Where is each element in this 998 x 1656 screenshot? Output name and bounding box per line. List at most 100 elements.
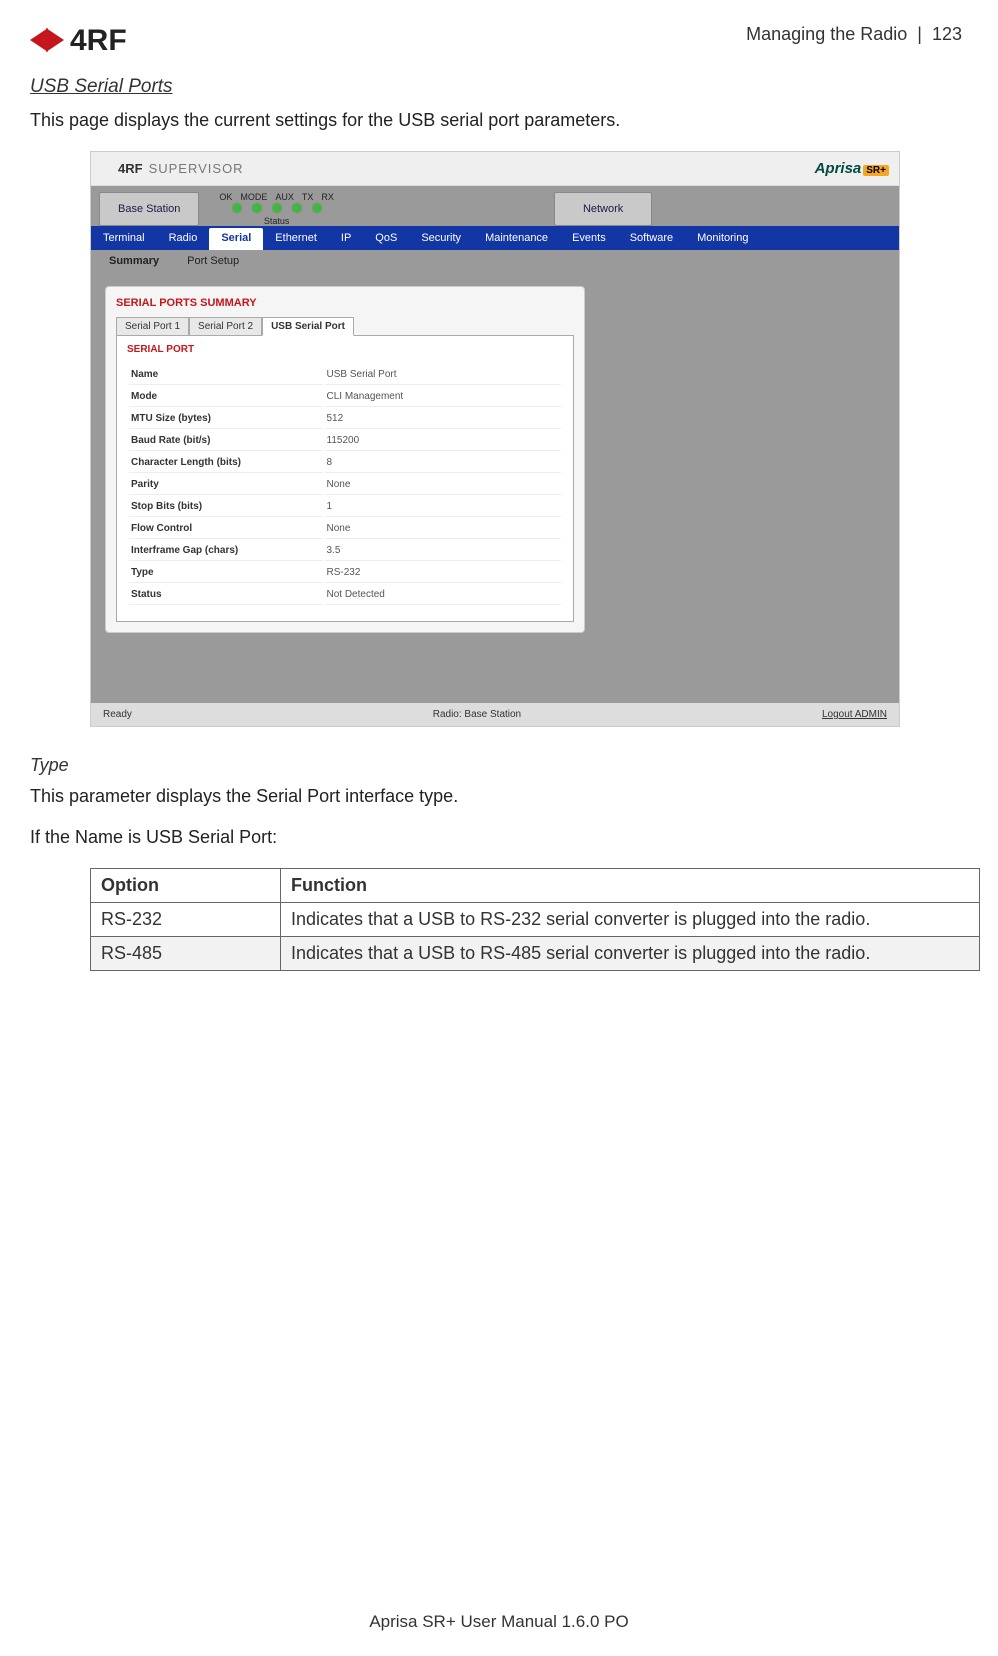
row-key: Baud Rate (bit/s): [129, 431, 323, 451]
ss-inner-title: SERIAL PORT: [127, 344, 563, 355]
ss-logo-icon: [101, 162, 115, 176]
row-value: RS-232: [325, 563, 562, 583]
ss-footer-logout[interactable]: Logout ADMIN: [822, 709, 887, 720]
options-table: Option Function RS-232 Indicates that a …: [90, 868, 980, 971]
row-value: 1: [325, 497, 562, 517]
led-label: MODE: [240, 192, 267, 202]
logo-icon: [30, 24, 64, 58]
row-key: Stop Bits (bits): [129, 497, 323, 517]
options-header-option: Option: [91, 869, 281, 903]
row-value: 3.5: [325, 541, 562, 561]
type-desc: This parameter displays the Serial Port …: [30, 786, 962, 807]
table-row: ParityNone: [129, 475, 561, 495]
nav-software[interactable]: Software: [618, 226, 685, 250]
page-footer: Aprisa SR+ User Manual 1.6.0 PO: [0, 1612, 998, 1632]
ss-logo-text: 4RF: [118, 161, 143, 176]
nav-ip[interactable]: IP: [329, 226, 363, 250]
nav-qos[interactable]: QoS: [363, 226, 409, 250]
row-key: Character Length (bits): [129, 453, 323, 473]
row-value: 512: [325, 409, 562, 429]
subnav-summary[interactable]: Summary: [95, 250, 173, 272]
nav-serial[interactable]: Serial: [209, 228, 263, 250]
nav-security[interactable]: Security: [409, 226, 473, 250]
table-row: Stop Bits (bits)1: [129, 497, 561, 517]
led-aux-icon: [273, 204, 281, 212]
nav-terminal[interactable]: Terminal: [91, 226, 157, 250]
option-name: RS-485: [91, 937, 281, 971]
ss-brand-suffix: SR+: [863, 165, 889, 176]
nav-monitoring[interactable]: Monitoring: [685, 226, 760, 250]
led-label: AUX: [275, 192, 294, 202]
led-label: RX: [321, 192, 334, 202]
logo-text: 4RF: [70, 24, 127, 58]
header-right: Managing the Radio | 123: [746, 24, 962, 45]
table-row: RS-232 Indicates that a USB to RS-232 se…: [91, 903, 980, 937]
page-header: 4RF Managing the Radio | 123: [30, 24, 962, 58]
supervisor-screenshot: 4RF SUPERVISOR AprisaSR+ Base Station OK…: [90, 151, 900, 727]
row-value: None: [325, 475, 562, 495]
ss-footer: Ready Radio: Base Station Logout ADMIN: [91, 703, 899, 726]
led-mode-icon: [253, 204, 261, 212]
ss-topbar: 4RF SUPERVISOR AprisaSR+: [91, 152, 899, 186]
row-key: Flow Control: [129, 519, 323, 539]
table-row: NameUSB Serial Port: [129, 365, 561, 385]
ss-brand-name: Aprisa: [815, 160, 862, 177]
table-row: Interframe Gap (chars)3.5: [129, 541, 561, 561]
nav-radio[interactable]: Radio: [157, 226, 210, 250]
option-function: Indicates that a USB to RS-232 serial co…: [281, 903, 980, 937]
ss-logo: 4RF: [101, 161, 143, 176]
row-value: 115200: [325, 431, 562, 451]
led-tx-icon: [293, 204, 301, 212]
table-row: StatusNot Detected: [129, 585, 561, 605]
row-key: Type: [129, 563, 323, 583]
row-key: MTU Size (bytes): [129, 409, 323, 429]
nav-events[interactable]: Events: [560, 226, 618, 250]
ss-network-button[interactable]: Network: [554, 192, 652, 226]
row-value: Not Detected: [325, 585, 562, 605]
row-value: 8: [325, 453, 562, 473]
row-key: Status: [129, 585, 323, 605]
if-name-text: If the Name is USB Serial Port:: [30, 827, 962, 848]
header-section: Managing the Radio: [746, 24, 907, 44]
nav-maintenance[interactable]: Maintenance: [473, 226, 560, 250]
table-row: Baud Rate (bit/s)115200: [129, 431, 561, 451]
serial-port-table: NameUSB Serial Port ModeCLI Management M…: [127, 363, 563, 607]
led-rx-icon: [313, 204, 321, 212]
port-tab-usb[interactable]: USB Serial Port: [262, 317, 354, 336]
table-row: MTU Size (bytes)512: [129, 409, 561, 429]
ss-subnav: Summary Port Setup: [91, 250, 899, 272]
table-row: TypeRS-232: [129, 563, 561, 583]
row-value: USB Serial Port: [325, 365, 562, 385]
row-key: Mode: [129, 387, 323, 407]
section-title: USB Serial Ports: [30, 76, 962, 98]
row-key: Interframe Gap (chars): [129, 541, 323, 561]
ss-base-station-button[interactable]: Base Station: [99, 192, 199, 226]
ss-footer-ready: Ready: [103, 709, 132, 720]
port-tab-2[interactable]: Serial Port 2: [189, 317, 262, 336]
logo: 4RF: [30, 24, 127, 58]
ss-panel-title: SERIAL PORTS SUMMARY: [116, 297, 574, 309]
header-page: 123: [932, 24, 962, 44]
type-heading: Type: [30, 755, 962, 776]
ss-inner-panel: SERIAL PORT NameUSB Serial Port ModeCLI …: [116, 335, 574, 622]
ss-nav: Terminal Radio Serial Ethernet IP QoS Se…: [91, 226, 899, 250]
ss-panel: SERIAL PORTS SUMMARY Serial Port 1 Seria…: [105, 286, 585, 633]
nav-ethernet[interactable]: Ethernet: [263, 226, 329, 250]
led-label: TX: [302, 192, 314, 202]
ss-port-tabs: Serial Port 1 Serial Port 2 USB Serial P…: [116, 317, 574, 336]
subnav-port-setup[interactable]: Port Setup: [173, 250, 253, 272]
table-row: RS-485 Indicates that a USB to RS-485 se…: [91, 937, 980, 971]
options-header-function: Function: [281, 869, 980, 903]
ss-brand: AprisaSR+: [815, 160, 889, 177]
led-ok-icon: [233, 204, 241, 212]
port-tab-1[interactable]: Serial Port 1: [116, 317, 189, 336]
table-row: Flow ControlNone: [129, 519, 561, 539]
row-key: Parity: [129, 475, 323, 495]
ss-status-label: Status: [264, 216, 290, 226]
ss-supervisor-label: SUPERVISOR: [149, 161, 244, 176]
option-name: RS-232: [91, 903, 281, 937]
led-label: OK: [219, 192, 232, 202]
row-value: CLI Management: [325, 387, 562, 407]
ss-status-row: Base Station OK MODE AUX TX RX: [91, 186, 899, 226]
ss-leds: OK MODE AUX TX RX Status: [219, 192, 334, 226]
